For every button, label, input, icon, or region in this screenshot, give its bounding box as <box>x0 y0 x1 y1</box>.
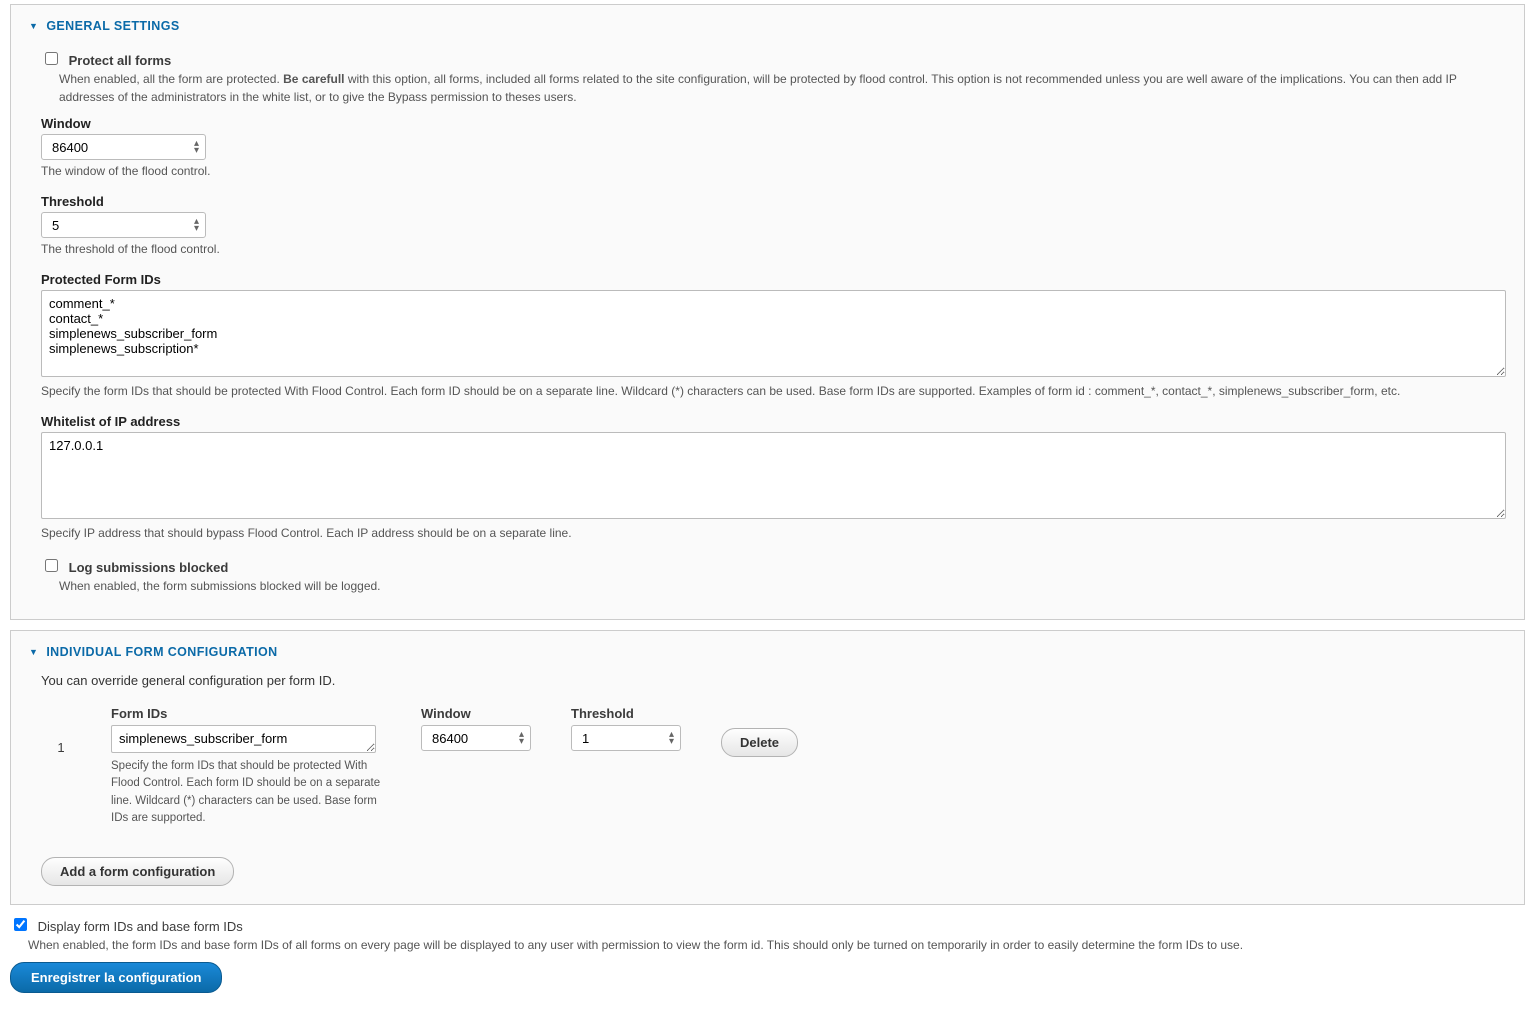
protect-all-forms-checkbox[interactable] <box>45 52 58 65</box>
stepper-icon[interactable]: ▴▾ <box>517 731 526 745</box>
col-delete: Delete <box>721 706 798 757</box>
protect-all-forms-label: Protect all forms <box>69 53 172 68</box>
form-ids-header: Form IDs <box>111 706 391 721</box>
protected-form-ids-item: Protected Form IDs comment_* contact_* s… <box>41 272 1506 400</box>
general-settings-panel: ▼ GENERAL SETTINGS Protect all forms Whe… <box>10 4 1525 620</box>
row-window-input-wrapper[interactable]: ▴▾ <box>421 725 531 751</box>
window-label: Window <box>41 116 1506 131</box>
stepper-icon[interactable]: ▴▾ <box>192 218 201 232</box>
protected-form-ids-textarea[interactable]: comment_* contact_* simplenews_subscribe… <box>41 290 1506 377</box>
threshold-input[interactable] <box>50 217 192 234</box>
display-form-ids-item: Display form IDs and base form IDs When … <box>10 915 1525 954</box>
protect-all-forms-description: When enabled, all the form are protected… <box>59 70 1506 106</box>
window-item: Window ▴▾ The window of the flood contro… <box>41 116 1506 180</box>
threshold-input-wrapper[interactable]: ▴▾ <box>41 212 206 238</box>
threshold-item: Threshold ▴▾ The threshold of the flood … <box>41 194 1506 258</box>
row-form-ids-description: Specify the form IDs that should be prot… <box>111 758 391 827</box>
log-submissions-label: Log submissions blocked <box>69 560 229 575</box>
stepper-icon[interactable]: ▴▾ <box>667 731 676 745</box>
disclosure-down-icon: ▼ <box>29 647 38 657</box>
row-threshold-input-wrapper[interactable]: ▴▾ <box>571 725 681 751</box>
log-submissions-item: Log submissions blocked When enabled, th… <box>41 556 1506 595</box>
add-form-configuration-button[interactable]: Add a form configuration <box>41 857 234 886</box>
general-settings-title: GENERAL SETTINGS <box>46 19 179 33</box>
individual-form-config-body: You can override general configuration p… <box>11 673 1524 904</box>
threshold-header: Threshold <box>571 706 691 721</box>
display-form-ids-description: When enabled, the form IDs and base form… <box>28 936 1525 954</box>
whitelist-description: Specify IP address that should bypass Fl… <box>41 524 1506 542</box>
individual-intro: You can override general configuration p… <box>41 673 1506 688</box>
row-threshold-input[interactable] <box>580 730 667 747</box>
col-form-ids: Form IDs simplenews_subscriber_form Spec… <box>111 706 391 827</box>
footer-area: Display form IDs and base form IDs When … <box>10 915 1525 993</box>
protected-form-ids-description: Specify the form IDs that should be prot… <box>41 382 1506 400</box>
threshold-description: The threshold of the flood control. <box>41 240 1506 258</box>
display-form-ids-label: Display form IDs and base form IDs <box>38 919 243 934</box>
col-threshold: Threshold ▴▾ <box>571 706 691 751</box>
whitelist-label: Whitelist of IP address <box>41 414 1506 429</box>
log-submissions-description: When enabled, the form submissions block… <box>59 577 1506 595</box>
whitelist-item: Whitelist of IP address 127.0.0.1 Specif… <box>41 414 1506 542</box>
log-submissions-checkbox[interactable] <box>45 559 58 572</box>
individual-form-config-header[interactable]: ▼ INDIVIDUAL FORM CONFIGURATION <box>11 631 1524 669</box>
table-row: 1 Form IDs simplenews_subscriber_form Sp… <box>41 706 1506 827</box>
row-index: 1 <box>41 706 81 755</box>
general-settings-body: Protect all forms When enabled, all the … <box>11 49 1524 619</box>
window-input-wrapper[interactable]: ▴▾ <box>41 134 206 160</box>
protected-form-ids-label: Protected Form IDs <box>41 272 1506 287</box>
window-description: The window of the flood control. <box>41 162 1506 180</box>
col-window: Window ▴▾ <box>421 706 541 751</box>
disclosure-down-icon: ▼ <box>29 21 38 31</box>
delete-button[interactable]: Delete <box>721 728 798 757</box>
save-configuration-button[interactable]: Enregistrer la configuration <box>10 962 222 993</box>
whitelist-textarea[interactable]: 127.0.0.1 <box>41 432 1506 519</box>
protect-all-forms-item: Protect all forms When enabled, all the … <box>41 49 1506 106</box>
individual-form-config-panel: ▼ INDIVIDUAL FORM CONFIGURATION You can … <box>10 630 1525 905</box>
row-form-ids-textarea[interactable]: simplenews_subscriber_form <box>111 725 376 753</box>
display-form-ids-checkbox[interactable] <box>14 918 27 931</box>
window-header: Window <box>421 706 541 721</box>
window-input[interactable] <box>50 139 192 156</box>
threshold-label: Threshold <box>41 194 1506 209</box>
individual-form-config-title: INDIVIDUAL FORM CONFIGURATION <box>46 645 277 659</box>
stepper-icon[interactable]: ▴▾ <box>192 140 201 154</box>
row-window-input[interactable] <box>430 730 517 747</box>
general-settings-header[interactable]: ▼ GENERAL SETTINGS <box>11 5 1524 43</box>
